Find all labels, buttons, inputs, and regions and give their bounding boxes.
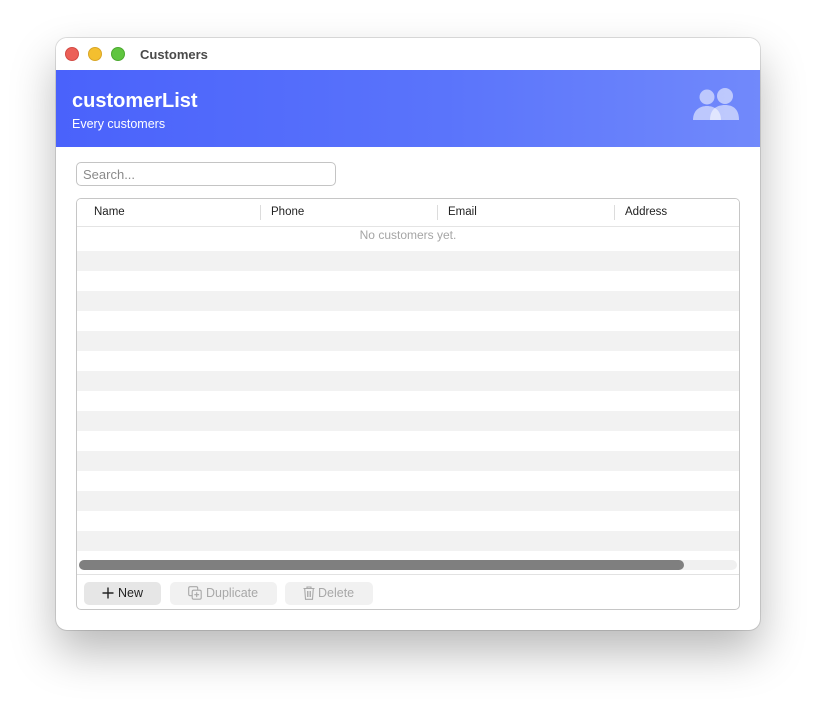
duplicate-button[interactable]: Duplicate (170, 582, 277, 605)
table-rows[interactable]: No customers yet. (77, 227, 739, 553)
table-row-stripe (77, 331, 739, 351)
people-icon (693, 88, 739, 120)
header-banner: customerList Every customers (56, 70, 760, 147)
table-header: Name Phone Email Address (77, 199, 739, 227)
column-header-email[interactable]: Email (448, 199, 477, 226)
column-divider[interactable] (614, 205, 615, 220)
customers-table: Name Phone Email Address No customers ye… (76, 198, 740, 610)
title-bar[interactable]: Customers (56, 38, 760, 70)
duplicate-icon (188, 586, 202, 600)
empty-state-message: No customers yet. (359, 228, 457, 242)
table-row-stripe (77, 251, 739, 271)
column-header-address[interactable]: Address (625, 199, 667, 226)
new-customer-button[interactable]: New (84, 582, 161, 605)
table-row-stripe (77, 491, 739, 511)
footer-divider (77, 574, 739, 575)
window-title: Customers (140, 47, 208, 62)
table-row-stripe (77, 451, 739, 471)
table-row-stripe (77, 411, 739, 431)
banner-title: customerList (72, 90, 198, 112)
trash-icon (303, 586, 315, 600)
table-row-stripe (77, 531, 739, 551)
column-header-phone[interactable]: Phone (271, 199, 304, 226)
horizontal-scrollbar[interactable] (79, 560, 737, 570)
delete-button[interactable]: Delete (285, 582, 373, 605)
column-header-name[interactable]: Name (94, 199, 125, 226)
column-divider[interactable] (437, 205, 438, 220)
table-row-stripe (77, 291, 739, 311)
horizontal-scrollbar-thumb[interactable] (79, 560, 685, 570)
close-window-button[interactable] (65, 47, 79, 61)
customers-window: Customers customerList Every customers N… (56, 38, 760, 630)
minimize-window-button[interactable] (88, 47, 102, 61)
banner-subtitle: Every customers (72, 117, 166, 131)
new-button-label: New (118, 586, 144, 600)
search-input[interactable] (76, 162, 336, 186)
table-row-stripe (77, 371, 739, 391)
duplicate-button-label: Duplicate (206, 586, 259, 600)
zoom-window-button[interactable] (111, 47, 125, 61)
column-divider[interactable] (260, 205, 261, 220)
delete-button-label: Delete (318, 586, 355, 600)
plus-icon (102, 587, 114, 599)
